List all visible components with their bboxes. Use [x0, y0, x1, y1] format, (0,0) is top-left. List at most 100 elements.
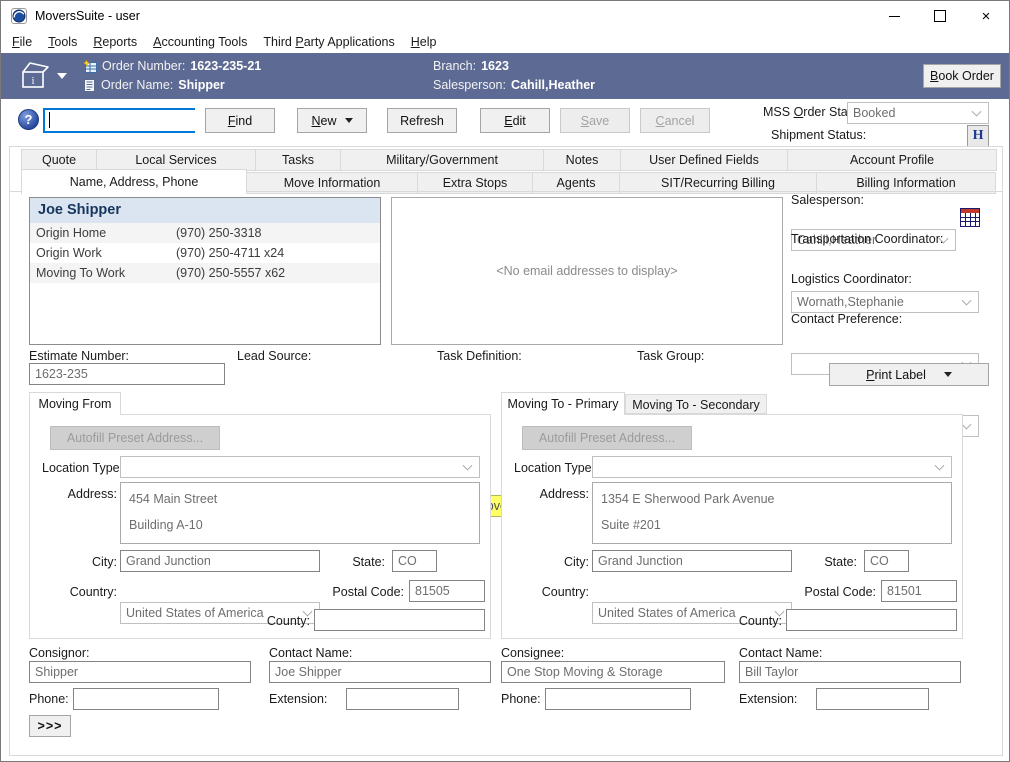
order-info-icon[interactable]: i	[17, 61, 53, 91]
moving-to-autofill-button[interactable]: Autofill Preset Address...	[522, 426, 692, 450]
phone-row[interactable]: Origin Home (970) 250-3318	[30, 223, 380, 243]
find-button[interactable]: Find	[205, 108, 275, 133]
task-group-label: Task Group:	[637, 349, 704, 363]
moving-to-country-label: Country:	[514, 585, 589, 599]
task-definition-label: Task Definition:	[437, 349, 522, 363]
header-salesperson-label: Salesperson:	[433, 76, 506, 95]
moving-from-address-input[interactable]: 454 Main Street Building A-10	[120, 482, 480, 544]
moving-to-city-input[interactable]	[592, 550, 792, 572]
tab-account-profile[interactable]: Account Profile	[788, 149, 997, 171]
print-label-button[interactable]: Print Label	[829, 363, 989, 386]
tab-user-defined-fields[interactable]: User Defined Fields	[621, 149, 788, 171]
moving-to-postal-input[interactable]	[881, 580, 957, 602]
email-list: <No email addresses to display>	[391, 197, 783, 345]
tab-local-services[interactable]: Local Services	[97, 149, 256, 171]
moving-to-address-input[interactable]: 1354 E Sherwood Park Avenue Suite #201	[592, 482, 952, 544]
order-menu-caret-icon[interactable]	[57, 73, 67, 79]
contact-name: Joe Shipper	[30, 198, 380, 223]
order-name-label: Order Name:	[101, 76, 173, 95]
consignee-extension-input[interactable]	[816, 688, 929, 710]
estimate-number-input[interactable]	[29, 363, 225, 385]
moving-to-location-type-label: Location Type:	[514, 461, 589, 475]
phone-type: Moving To Work	[30, 263, 176, 283]
moving-from-location-type-label: Location Type:	[42, 461, 117, 475]
menu-tools[interactable]: Tools	[40, 31, 85, 53]
consignee-contact-name-label: Contact Name:	[739, 646, 822, 660]
moving-from-autofill-button[interactable]: Autofill Preset Address...	[50, 426, 220, 450]
moving-to-county-input[interactable]	[786, 609, 957, 631]
moving-from-city-input[interactable]	[120, 550, 320, 572]
phone-type: Origin Home	[30, 223, 176, 243]
tab-military-government[interactable]: Military/Government	[341, 149, 544, 171]
menu-reports[interactable]: Reports	[85, 31, 145, 53]
consignor-contact-name-label: Contact Name:	[269, 646, 352, 660]
minimize-button[interactable]	[871, 1, 917, 31]
consignee-label: Consignee:	[501, 646, 564, 660]
tab-notes[interactable]: Notes	[544, 149, 621, 171]
tab-moving-from[interactable]: Moving From	[29, 392, 121, 415]
tab-name-address-phone[interactable]: Name, Address, Phone	[21, 169, 247, 194]
window-title: MoversSuite - user	[35, 1, 140, 31]
search-combobox[interactable]	[43, 108, 195, 133]
mss-order-status-combobox[interactable]: Booked	[847, 102, 989, 124]
branch-label: Branch:	[433, 57, 476, 76]
tab-quote[interactable]: Quote	[21, 149, 97, 171]
book-order-button[interactable]: Book Order	[923, 64, 1001, 88]
moving-from-location-type-combobox[interactable]	[120, 456, 480, 478]
tab-moving-to-primary[interactable]: Moving To - Primary	[501, 392, 625, 415]
moving-to-location-type-combobox[interactable]	[592, 456, 952, 478]
consignee-extension-label: Extension:	[739, 692, 797, 706]
print-label-dropdown-icon[interactable]	[944, 372, 952, 377]
menu-third-party-applications[interactable]: Third Party Applications	[255, 31, 402, 53]
consignee-phone-input[interactable]	[545, 688, 691, 710]
cancel-button[interactable]: Cancel	[640, 108, 710, 133]
history-button[interactable]: H	[967, 125, 989, 147]
phone-row[interactable]: Origin Work (970) 250-4711 x24	[30, 243, 380, 263]
menu-file[interactable]: File	[4, 31, 40, 53]
consignor-phone-label: Phone:	[29, 692, 69, 706]
menu-bar: File Tools Reports Accounting Tools Thir…	[1, 31, 1009, 53]
consignor-label: Consignor:	[29, 646, 89, 660]
new-button[interactable]: New	[297, 108, 367, 133]
svg-text:i: i	[31, 75, 34, 87]
menu-accounting-tools[interactable]: Accounting Tools	[145, 31, 255, 53]
edit-button[interactable]: Edit	[480, 108, 550, 133]
expand-details-button[interactable]: >>>	[29, 715, 71, 737]
calendar-icon[interactable]	[960, 208, 980, 227]
moving-from-country-label: Country:	[42, 585, 117, 599]
estimate-number-label: Estimate Number:	[29, 349, 129, 363]
moving-from-county-input[interactable]	[314, 609, 485, 631]
header-salesperson-value: Cahill,Heather	[511, 76, 595, 95]
moving-to-city-label: City:	[514, 555, 589, 569]
title-bar: MoversSuite - user ×	[1, 1, 1009, 31]
consignee-input[interactable]	[501, 661, 725, 683]
moving-to-postal-label: Postal Code:	[800, 585, 876, 599]
consignor-phone-input[interactable]	[73, 688, 219, 710]
search-input[interactable]	[45, 110, 214, 131]
menu-help[interactable]: Help	[403, 31, 445, 53]
lead-source-label: Lead Source:	[237, 349, 311, 363]
order-number-icon	[83, 60, 97, 73]
consignor-input[interactable]	[29, 661, 251, 683]
save-button[interactable]: Save	[560, 108, 630, 133]
new-dropdown-icon[interactable]	[345, 118, 353, 123]
text-cursor	[49, 112, 50, 128]
transportation-coordinator-combobox[interactable]: Wornath,Stephanie	[791, 291, 979, 313]
close-button[interactable]: ×	[963, 1, 1009, 31]
moving-from-city-label: City:	[42, 555, 117, 569]
contact-preference-label: Contact Preference:	[791, 312, 902, 326]
moving-from-state-input[interactable]	[392, 550, 437, 572]
consignee-contact-name-input[interactable]	[739, 661, 961, 683]
consignor-extension-input[interactable]	[346, 688, 459, 710]
moving-to-state-input[interactable]	[864, 550, 909, 572]
refresh-button[interactable]: Refresh	[387, 108, 457, 133]
help-icon[interactable]: ?	[18, 109, 39, 130]
order-header: i Order Number: 1623-235-21	[1, 53, 1009, 99]
phone-row[interactable]: Moving To Work (970) 250-5557 x62	[30, 263, 380, 283]
phone-number: (970) 250-4711 x24	[176, 243, 284, 263]
moving-from-postal-input[interactable]	[409, 580, 485, 602]
tab-tasks[interactable]: Tasks	[256, 149, 341, 171]
tab-moving-to-secondary[interactable]: Moving To - Secondary	[625, 394, 767, 414]
maximize-button[interactable]	[917, 1, 963, 31]
consignor-contact-name-input[interactable]	[269, 661, 491, 683]
